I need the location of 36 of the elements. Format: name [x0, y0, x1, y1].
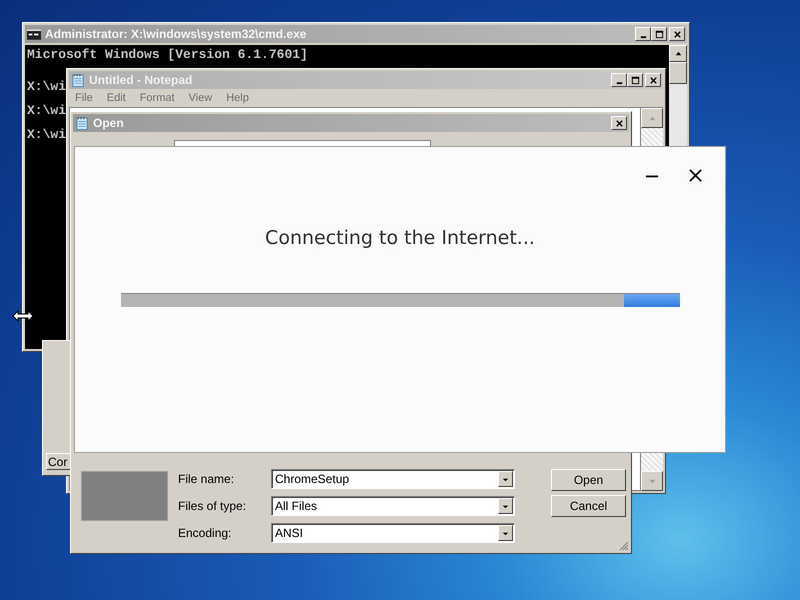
minimize-button[interactable]	[635, 27, 651, 41]
maximize-icon[interactable]	[630, 76, 640, 84]
console-line: X:\wi	[27, 126, 66, 144]
close-button[interactable]	[669, 27, 685, 41]
maximize-button[interactable]	[651, 27, 667, 41]
console-line: Microsoft Windows [Version 6.1.7601]	[27, 47, 308, 63]
dropdown-field[interactable]: ANSI	[271, 523, 515, 543]
open-button[interactable]: Open	[551, 469, 626, 491]
close-button[interactable]	[611, 116, 627, 130]
close-icon[interactable]	[614, 118, 624, 128]
dropdown-field[interactable]: ChromeSetup	[271, 469, 515, 489]
field-label: Encoding:	[178, 526, 232, 540]
status-message: Connecting to the Internet...	[265, 227, 535, 249]
window-title: Open	[93, 116, 124, 130]
window-title: Untitled - Notepad	[89, 73, 192, 87]
field-label: File name:	[178, 472, 236, 486]
scroll-thumb[interactable]	[669, 62, 687, 84]
maximize-icon[interactable]	[654, 30, 664, 38]
console-line: X:\wi	[27, 78, 66, 96]
dialog-button[interactable]: Cor	[46, 453, 71, 470]
field-label: Files of type:	[178, 499, 248, 513]
close-icon[interactable]	[648, 76, 658, 84]
close-icon[interactable]	[672, 30, 682, 38]
notepad-icon	[75, 116, 89, 130]
window-title: Administrator: X:\windows\system32\cmd.exe	[45, 27, 306, 41]
console-line: X:\wi	[27, 102, 66, 120]
close-icon[interactable]	[688, 168, 703, 183]
scroll-up-icon[interactable]	[674, 49, 682, 58]
cancel-button[interactable]: Cancel	[551, 495, 626, 517]
resize-grip-icon[interactable]	[617, 539, 629, 551]
close-button[interactable]	[645, 73, 661, 87]
maximize-button[interactable]	[627, 73, 643, 87]
dropdown-field[interactable]: All Files	[271, 496, 515, 516]
console-icon	[27, 28, 41, 40]
notepad-icon	[71, 74, 85, 86]
minimize-button[interactable]	[611, 73, 627, 87]
